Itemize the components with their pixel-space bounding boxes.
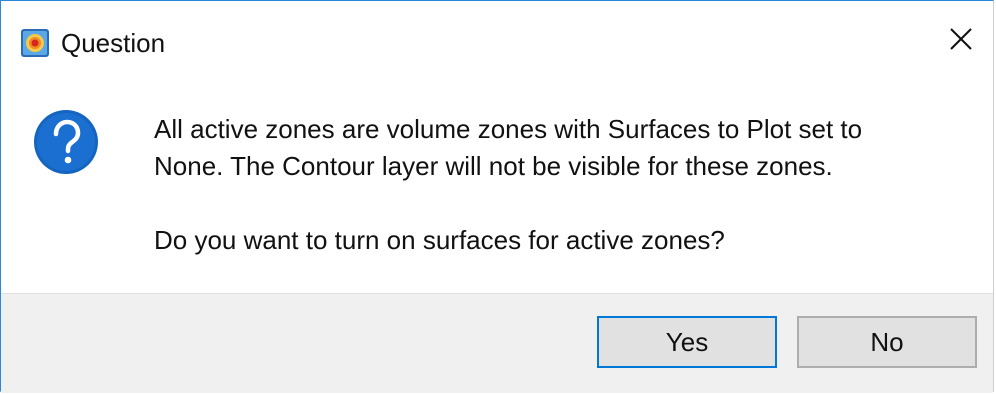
close-icon [949, 27, 973, 56]
message-line: All active zones are volume zones with S… [154, 114, 863, 144]
dialog-title: Question [61, 28, 166, 58]
message-text: All active zones are volume zones with S… [154, 111, 974, 259]
question-dialog: Question All active zones are volume zon… [0, 0, 994, 393]
question-icon [33, 109, 99, 175]
message-question: Do you want to turn on surfaces for acti… [154, 225, 725, 255]
no-button[interactable]: No [797, 316, 977, 368]
app-logo-icon [21, 29, 49, 57]
close-button[interactable] [933, 15, 989, 67]
title-bar[interactable]: Question [1, 1, 993, 85]
message-line: None. The Contour layer will not be visi… [154, 151, 833, 181]
button-bar: Yes No [1, 293, 993, 393]
yes-button[interactable]: Yes [597, 316, 777, 368]
dialog-content: All active zones are volume zones with S… [1, 85, 993, 293]
